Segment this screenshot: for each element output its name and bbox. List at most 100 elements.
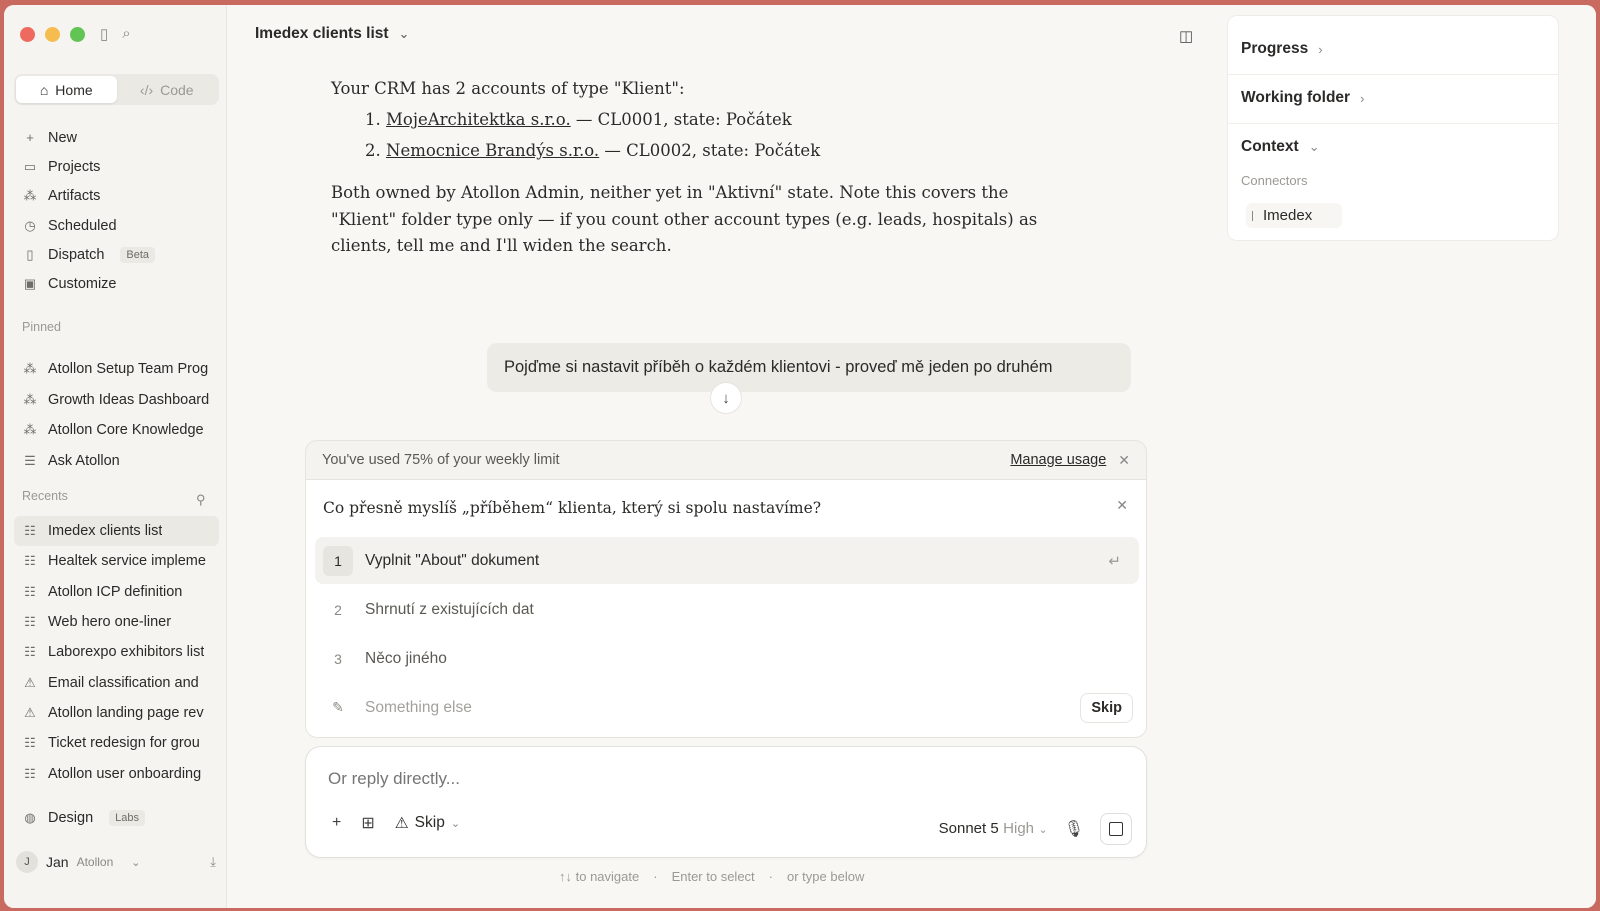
plus-icon: + xyxy=(26,130,34,146)
chevron-down-icon: ⌄ xyxy=(398,26,410,41)
recent-item[interactable]: ☷ Web hero one-liner xyxy=(14,607,219,637)
working-folder-section[interactable]: Working folder › xyxy=(1241,89,1364,107)
scroll-down-button[interactable]: ↓ xyxy=(710,382,742,414)
maximize-window-button[interactable] xyxy=(70,27,85,42)
warning-icon: ⚠ xyxy=(24,704,36,720)
recent-item[interactable]: ⚠ Email classification and xyxy=(14,667,219,697)
keyboard-hints: ↑↓ to navigate · Enter to select · or ty… xyxy=(559,869,865,884)
labs-badge: Labs xyxy=(109,809,145,826)
download-icon[interactable]: ⤓ xyxy=(210,854,216,870)
model-selector[interactable]: Sonnet 5 High ⌄ xyxy=(939,820,1048,838)
search-icon[interactable]: ⌕ xyxy=(122,25,130,43)
divider xyxy=(1228,74,1558,75)
account-link[interactable]: MojeArchitektka s.r.o. xyxy=(386,110,571,129)
pinned-item[interactable]: ⁂ Atollon Core Knowledge xyxy=(14,415,219,446)
answer-outro: Both owned by Atollon Admin, neither yet… xyxy=(331,183,1038,255)
chat-title-dropdown[interactable]: Imedex clients list ⌄ xyxy=(255,25,409,43)
skip-button[interactable]: Skip xyxy=(1080,692,1133,723)
pinned-item[interactable]: ⁂ Atollon Setup Team Prog xyxy=(14,354,219,385)
sidebar-toggle-icon[interactable]: ▯ xyxy=(100,25,108,43)
palette-icon: ◍ xyxy=(24,809,36,825)
panel-toggle-icon[interactable]: ◫ xyxy=(1179,27,1193,45)
reply-composer: + ⊞ ⚠ Skip ⌄ Sonnet 5 High ⌄ 🎙 xyxy=(305,746,1147,858)
stop-icon xyxy=(1109,822,1123,836)
sidebar-item-projects[interactable]: ▭ Projects xyxy=(14,152,219,181)
connectors-label: Connectors xyxy=(1241,173,1308,188)
chevron-down-icon: ⌄ xyxy=(450,817,461,830)
pinned-label: Pinned xyxy=(22,320,61,334)
option-2[interactable]: 2 Shrnutí z existujících dat xyxy=(315,586,1139,633)
assistant-message: Your CRM has 2 accounts of type "Klient"… xyxy=(331,75,1071,260)
task-list-icon: ☷ xyxy=(24,644,36,660)
sidebar-item-dispatch[interactable]: ▯ Dispatch Beta xyxy=(14,240,219,269)
recent-item[interactable]: ☷ Laborexpo exhibitors list xyxy=(14,637,219,667)
filter-icon[interactable]: ⚲ xyxy=(196,492,206,508)
recent-item[interactable]: ☷ Atollon user onboarding xyxy=(14,758,219,788)
stack-icon: ☰ xyxy=(24,452,36,468)
warning-icon: ⚠ xyxy=(394,814,409,832)
plus-icon[interactable]: + xyxy=(332,814,341,832)
user-message: Pojďme si nastavit příběh o každém klien… xyxy=(487,343,1131,392)
option-something-else[interactable]: ✎ Something else Skip xyxy=(315,684,1139,731)
recent-item[interactable]: ☷ Ticket redesign for grou xyxy=(14,728,219,758)
context-card: Progress › Working folder › Context ⌄ Co… xyxy=(1227,15,1559,241)
tab-home[interactable]: ⌂ Home xyxy=(16,76,117,103)
stop-button[interactable] xyxy=(1100,813,1132,845)
app-window: ▯ ⌕ ⌂ Home ‹/› Code + New ▭ Projects ⁂ A… xyxy=(4,5,1596,908)
close-window-button[interactable] xyxy=(20,27,35,42)
sidebar-item-scheduled[interactable]: ◷ Scheduled xyxy=(14,211,219,240)
home-icon: ⌂ xyxy=(39,81,49,98)
recent-item[interactable]: ☷ Healtek service impleme xyxy=(14,546,219,576)
pencil-icon: ✎ xyxy=(332,699,344,715)
tab-code[interactable]: ‹/› Code xyxy=(117,76,218,103)
pinned-item[interactable]: ⁂ Growth Ideas Dashboard xyxy=(14,385,219,416)
folder-icon: ▭ xyxy=(23,158,37,174)
sidebar-item-design[interactable]: ◍ Design Labs xyxy=(14,803,219,832)
clock-icon: ◷ xyxy=(24,217,36,233)
artifacts-icon: ⁂ xyxy=(23,391,37,407)
progress-section[interactable]: Progress › xyxy=(1241,40,1323,58)
chevron-down-icon: ⌄ xyxy=(1308,139,1320,154)
minimize-window-button[interactable] xyxy=(45,27,60,42)
close-icon[interactable]: ✕ xyxy=(1116,497,1128,514)
connector-item[interactable]: Imedex xyxy=(1246,203,1342,228)
account-link[interactable]: Nemocnice Brandýs s.r.o. xyxy=(386,141,599,160)
manage-usage-link[interactable]: Manage usage xyxy=(1010,452,1106,468)
user-menu[interactable]: J Jan Atollon ⌄ ⤓ xyxy=(16,851,216,873)
sidebar: ▯ ⌕ ⌂ Home ‹/› Code + New ▭ Projects ⁂ A… xyxy=(4,5,227,908)
recent-item[interactable]: ⚠ Atollon landing page rev xyxy=(14,698,219,728)
chat-main: Imedex clients list ⌄ ◫ Your CRM has 2 a… xyxy=(227,5,1223,908)
account-list-item: 2. Nemocnice Brandýs s.r.o. — CL0002, st… xyxy=(365,141,821,160)
usage-banner: You've used 75% of your weekly limit Man… xyxy=(305,440,1147,480)
user-name: Jan xyxy=(46,854,69,870)
avatar: J xyxy=(16,851,38,873)
reply-input[interactable] xyxy=(328,769,1108,789)
microphone-icon[interactable]: 🎙 xyxy=(1064,819,1084,839)
pinned-list: ⁂ Atollon Setup Team Prog ⁂ Growth Ideas… xyxy=(14,354,219,476)
recent-item[interactable]: ☷ Atollon ICP definition xyxy=(14,577,219,607)
sidebar-item-new[interactable]: + New xyxy=(14,123,219,152)
context-section[interactable]: Context ⌄ xyxy=(1241,138,1320,156)
folder-add-icon[interactable]: ⊞ xyxy=(361,813,374,833)
option-1[interactable]: 1 Vyplnit "About" dokument ↵ xyxy=(315,537,1139,584)
right-panel: Progress › Working folder › Context ⌄ Co… xyxy=(1223,5,1596,908)
answer-intro: Your CRM has 2 accounts of type "Klient"… xyxy=(331,79,685,98)
option-3[interactable]: 3 Něco jiného xyxy=(315,635,1139,682)
sidebar-item-customize[interactable]: ▣ Customize xyxy=(14,269,219,298)
task-list-icon: ☷ xyxy=(24,735,36,751)
task-list-icon: ☷ xyxy=(24,765,36,781)
sidebar-item-artifacts[interactable]: ⁂ Artifacts xyxy=(14,182,219,211)
recent-item[interactable]: ☷ Imedex clients list xyxy=(14,516,219,547)
pinned-item[interactable]: ☰ Ask Atollon xyxy=(14,446,219,477)
chevron-down-icon: ⌄ xyxy=(131,856,141,869)
arrow-down-icon: ↓ xyxy=(722,389,730,407)
recents-label: Recents xyxy=(22,489,68,503)
code-icon: ‹/› xyxy=(139,81,154,98)
task-list-icon: ☷ xyxy=(24,553,36,569)
recents-list: ☷ Imedex clients list ☷ Healtek service … xyxy=(14,516,219,789)
connector-icon xyxy=(1252,210,1253,221)
question-text: Co přesně myslíš „příběhem“ klienta, kte… xyxy=(323,499,822,517)
skip-dropdown[interactable]: ⚠ Skip ⌄ xyxy=(395,814,460,833)
close-icon[interactable]: ✕ xyxy=(1118,452,1130,469)
task-list-icon: ☷ xyxy=(24,583,36,599)
